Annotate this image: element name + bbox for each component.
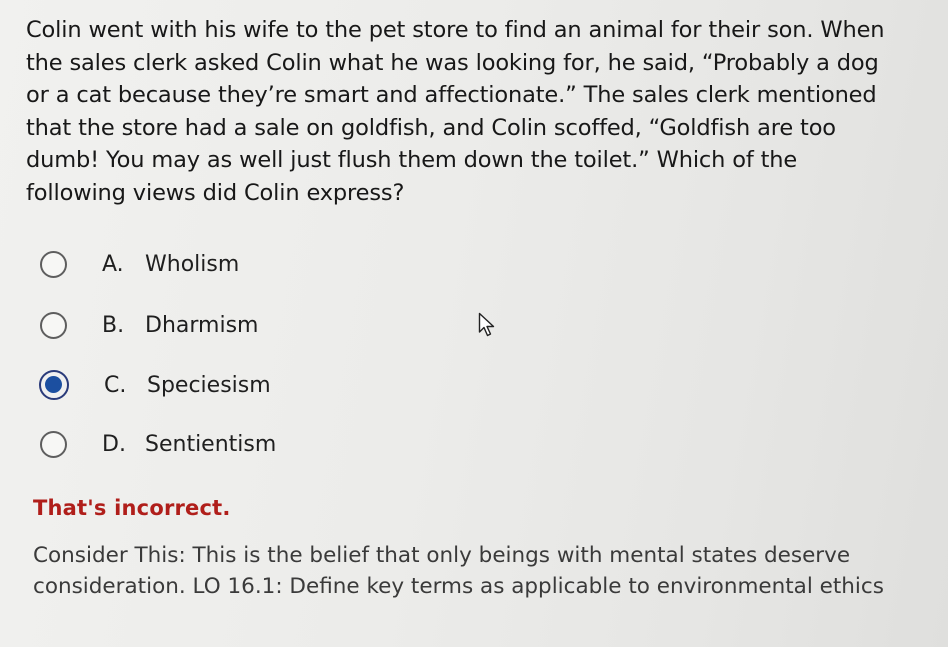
option-label: Dharmism bbox=[145, 312, 259, 338]
feedback-status: That's incorrect. bbox=[33, 496, 231, 520]
option-label: Wholism bbox=[145, 251, 240, 277]
option-b[interactable]: B. Dharmism bbox=[40, 305, 258, 345]
option-letter: B. bbox=[102, 312, 125, 338]
question-text: Colin went with his wife to the pet stor… bbox=[26, 17, 885, 206]
option-letter: C. bbox=[104, 372, 127, 398]
mouse-pointer-icon bbox=[478, 312, 495, 337]
option-d[interactable]: D. Sentientism bbox=[40, 424, 276, 464]
option-c[interactable]: C. Speciesism bbox=[39, 365, 271, 405]
radio-button-icon[interactable] bbox=[40, 250, 67, 278]
radio-button-selected-icon[interactable] bbox=[39, 370, 69, 400]
option-letter: D. bbox=[102, 431, 126, 457]
option-letter: A. bbox=[102, 251, 124, 277]
feedback-explanation: Consider This: This is the belief that o… bbox=[33, 543, 884, 599]
option-a[interactable]: A. Wholism bbox=[40, 244, 239, 284]
option-label: Speciesism bbox=[147, 372, 271, 398]
radio-button-icon[interactable] bbox=[40, 311, 67, 339]
option-label: Sentientism bbox=[145, 431, 277, 457]
radio-button-icon[interactable] bbox=[40, 430, 67, 458]
